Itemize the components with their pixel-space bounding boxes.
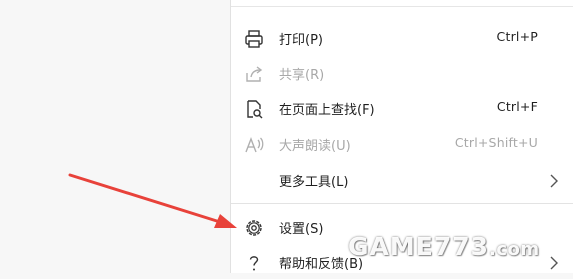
- read-aloud-icon: [243, 134, 265, 156]
- watermark-suffix: .com: [489, 239, 540, 260]
- help-icon: [243, 252, 265, 274]
- menu-item-share[interactable]: 共享(R): [231, 56, 573, 90]
- menu-item-more-tools[interactable]: 更多工具(L): [231, 163, 573, 197]
- watermark-brand: GAME773: [348, 232, 490, 261]
- menu-item-print[interactable]: 打印(P) Ctrl+P: [231, 21, 573, 55]
- menu-top-divider: [231, 0, 573, 7]
- menu-item-more-tools-label: 更多工具(L): [279, 175, 349, 190]
- find-on-page-icon: [243, 98, 265, 120]
- menu-item-share-label: 共享(R): [279, 68, 325, 83]
- menu-item-settings-label: 设置(S): [279, 222, 324, 237]
- site-watermark: GAME773.com: [348, 232, 540, 261]
- menu-item-read-aloud-shortcut: Ctrl+Shift+U: [454, 135, 538, 150]
- gear-icon: [243, 217, 265, 239]
- menu-divider: [231, 203, 573, 204]
- chevron-right-icon: [548, 254, 560, 272]
- chevron-right-icon: [548, 172, 560, 190]
- menu-item-read-aloud-label: 大声朗读(U): [279, 139, 351, 154]
- printer-icon: [243, 28, 265, 50]
- menu-item-read-aloud[interactable]: 大声朗读(U) Ctrl+Shift+U: [231, 127, 573, 161]
- menu-item-print-shortcut: Ctrl+P: [496, 29, 538, 44]
- menu-item-find-shortcut: Ctrl+F: [496, 99, 538, 114]
- menu-item-find-label: 在页面上查找(F): [279, 103, 375, 118]
- share-icon: [243, 63, 265, 85]
- menu-item-print-label: 打印(P): [279, 33, 323, 48]
- menu-item-find-on-page[interactable]: 在页面上查找(F) Ctrl+F: [231, 91, 573, 125]
